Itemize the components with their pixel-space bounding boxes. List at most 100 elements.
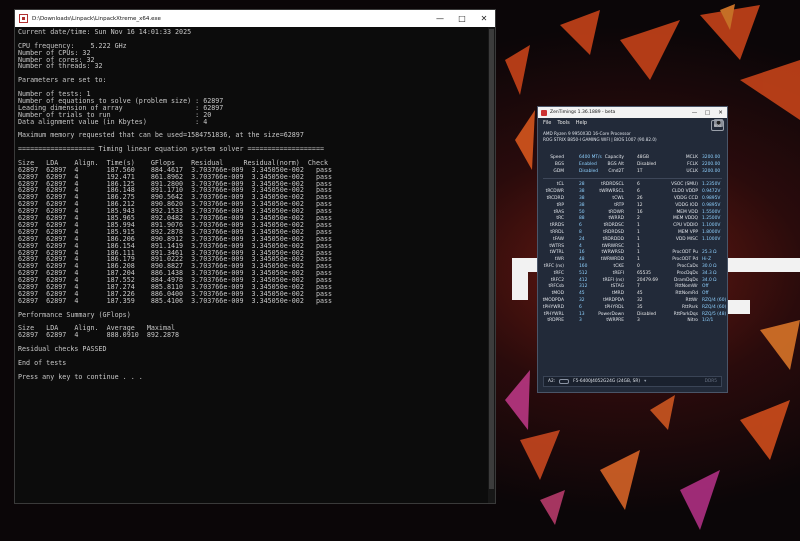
console-line: 62897 62897 4 888.0910 892.2878 <box>18 331 180 340</box>
zentimings-title: ZenTimings 1.36.1889 - beta <box>550 110 616 115</box>
console-line: Current date/time: Sun Nov 16 14:01:33 2… <box>18 28 192 36</box>
console-app-icon <box>19 14 28 23</box>
timing-value: 34.3 Ω <box>702 270 717 276</box>
dimm-selector[interactable]: A2: F5-6400J4052G24G (24GB, SR) ▾ DDR5 <box>543 376 722 387</box>
timing-label: GDM <box>553 168 564 174</box>
maximize-button[interactable]: □ <box>451 10 473 27</box>
board-name: ROG STRIX B850-I GAMING WIFI | BIOS 1007… <box>543 137 657 142</box>
gskill-logo-icon <box>559 379 570 384</box>
timing-label: tWRPRE <box>606 318 624 324</box>
timing-value: 38 <box>579 195 585 201</box>
dimm-slot: A2: <box>548 379 556 384</box>
timing-value: 48GB <box>637 155 650 160</box>
console-line: 62897 62897 4 187.359 885.4106 3.703766e… <box>18 296 333 305</box>
timing-label: VDD MISC <box>675 236 698 242</box>
timing-value: 26 <box>637 195 643 201</box>
timing-value: 32 <box>579 297 585 303</box>
timings-grid: Speed 6400 MT/s Capacity 48GB MCLK 3200.00 BGS… <box>542 155 727 325</box>
menu-tools[interactable]: Tools <box>557 120 569 126</box>
timing-value: 30.0 Ω <box>702 263 717 269</box>
timing-label: UCLK <box>686 168 698 174</box>
minimize-button[interactable]: — <box>429 10 451 27</box>
timing-label: tMRDPDA <box>603 297 624 303</box>
zt-maximize-button[interactable]: □ <box>701 107 714 118</box>
timing-value: 3200.00 <box>702 168 721 174</box>
timing-row: GDM Disabled Cmd2T 1T UCLK 3200.00 <box>543 169 722 176</box>
timing-value: 3 <box>579 318 582 324</box>
console-line: Press any key to continue . . . <box>18 372 143 381</box>
timing-label: CLDO VDDP <box>671 189 698 195</box>
timing-value: 38 <box>579 202 585 208</box>
zentimings-titlebar[interactable]: ZenTimings 1.36.1889 - beta — □ ✕ <box>538 107 727 118</box>
console-line: Parameters are set to: <box>18 76 107 85</box>
timing-label: ProcODT Pd <box>672 257 698 263</box>
timing-label: tCWL <box>612 195 624 201</box>
timing-label: tRTP <box>614 202 624 208</box>
timing-label: tRFC (ns) <box>543 263 564 269</box>
timing-value: 6 <box>579 304 582 310</box>
zentimings-app-icon <box>541 109 547 116</box>
timing-label: ProcCaDs <box>677 263 698 269</box>
console-window[interactable]: D:\Downloads\Linpack\LinpackXtreme_x64.e… <box>14 9 496 504</box>
console-line: Performance Summary (GFlops) <box>18 310 131 319</box>
timing-value: 65535 <box>637 270 651 276</box>
menu-file[interactable]: File <box>543 120 551 126</box>
console-output[interactable]: Current date/time: Sun Nov 16 14:01:33 2… <box>18 29 493 501</box>
chevron-down-icon[interactable]: ▾ <box>644 379 646 384</box>
timing-value: 8 <box>579 229 582 235</box>
zt-minimize-button[interactable]: — <box>688 107 701 118</box>
timing-row: tRCDWR 38 tWRWRSCL 6 CLDO VDDP 0.9472V <box>543 189 722 196</box>
timing-label: MCLK <box>685 155 698 160</box>
timing-label: RttWr <box>685 297 698 303</box>
console-scrollbar[interactable] <box>488 27 495 503</box>
timing-value: 35 <box>637 304 643 310</box>
system-info: AMD Ryzen 9 9950X3D 16-Core Processor RO… <box>538 131 727 143</box>
timing-row: BGS Enabled BGS Alt Disabled FCLK 2200.00 <box>543 162 722 169</box>
dimm-part: F5-6400J4052G24G (24GB, SR) <box>573 379 641 384</box>
menu-help[interactable]: Help <box>576 120 587 126</box>
timing-value: 32 <box>637 297 643 303</box>
console-line: Data alignment value (in Kbytes) : 4 <box>18 117 208 126</box>
timing-row: tRFC (ns) 160 tCKE 0 ProcCaDs 30.0 Ω <box>543 264 722 271</box>
timing-value: Enabled <box>579 161 597 167</box>
rog-logo-icon: ROG <box>711 120 724 131</box>
timing-value: 3 <box>637 318 640 324</box>
timing-label: tMOD <box>551 291 564 297</box>
console-titlebar[interactable]: D:\Downloads\Linpack\LinpackXtreme_x64.e… <box>15 10 495 27</box>
timing-label: tCKE <box>613 263 624 269</box>
divider <box>543 178 722 180</box>
console-line: Residual checks PASSED <box>18 344 107 353</box>
close-button[interactable]: ✕ <box>473 10 495 27</box>
zentimings-window[interactable]: ZenTimings 1.36.1889 - beta — □ ✕ File T… <box>537 106 728 393</box>
timing-row: tRDPRE 3 tWRPRE 3 Nitro 1/2/1 <box>543 318 722 325</box>
timing-value: 1 <box>637 236 640 242</box>
timing-row: tRRDL 8 tRDRDSD 1 MEM VPP 1.8000V <box>543 230 722 237</box>
timing-label: tRDPRE <box>547 318 564 324</box>
timing-label: tWR <box>554 257 564 263</box>
timing-value: 45 <box>579 291 585 297</box>
timing-value: 1 <box>637 229 640 235</box>
timing-value: RZQ/4 (60) <box>702 297 727 303</box>
timing-value: 12 <box>637 202 643 208</box>
timing-label: tPHYRDL <box>604 304 624 310</box>
scrollbar-thumb[interactable] <box>489 29 494 489</box>
timing-row: tRP 38 tRTP 12 VDDG IOD 0.9895V <box>543 203 722 210</box>
timing-value: 48 <box>579 257 585 263</box>
timing-label: tMRD <box>612 291 624 297</box>
timing-row: tWR 48 tWRWRDD 1 ProcODT Pd Hi-Z <box>543 257 722 264</box>
timing-label: tRDRDSD <box>603 229 624 235</box>
timing-value: 6 <box>637 189 640 195</box>
timing-value: 24 <box>579 236 585 242</box>
timing-value: 1 <box>637 257 640 263</box>
timing-value: 20479.69 <box>637 277 658 283</box>
timing-value: 0.9895V <box>702 195 721 201</box>
timing-label: BGS <box>554 161 564 167</box>
timing-label: FCLK <box>687 161 698 167</box>
timing-value: 1 <box>637 223 640 229</box>
timing-value: 1.1000V <box>702 236 721 242</box>
timing-label: tMODPDA <box>542 297 564 303</box>
console-line: =================== Timing linear equati… <box>18 145 324 154</box>
timing-label: MEM VPP <box>677 229 698 235</box>
zt-close-button[interactable]: ✕ <box>714 107 727 118</box>
